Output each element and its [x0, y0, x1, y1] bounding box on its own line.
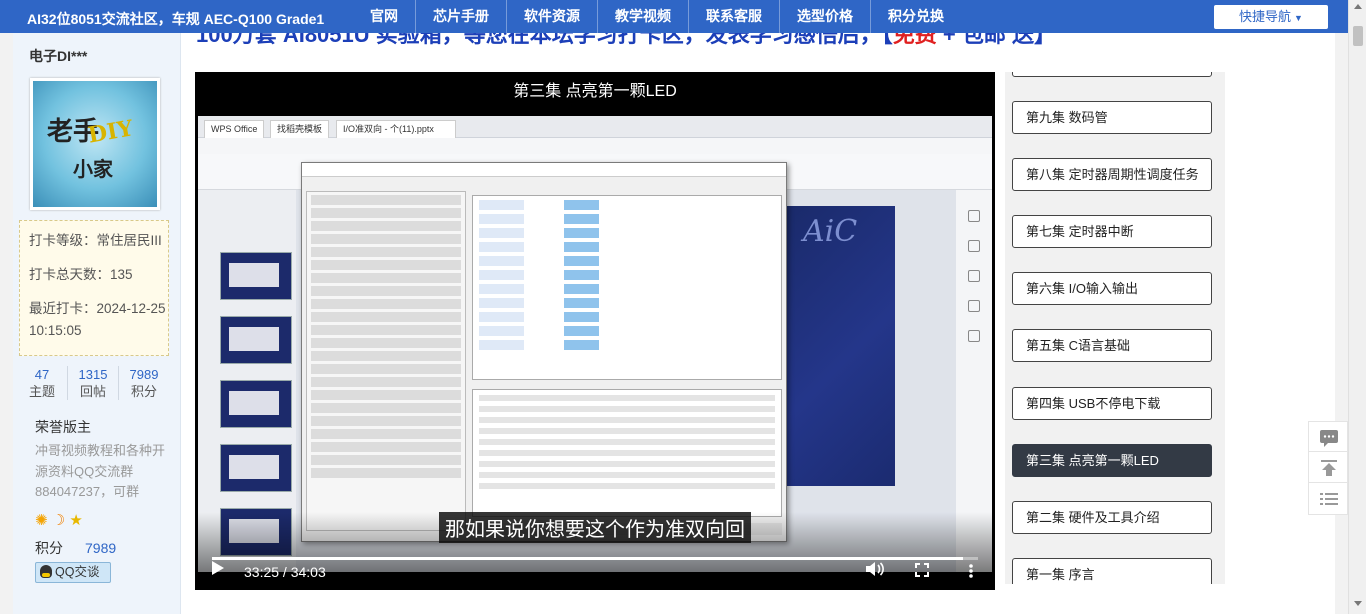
- points-row: 积分 7989: [35, 538, 116, 558]
- stat-label: 主题: [28, 384, 55, 399]
- dialog-log: [472, 389, 782, 517]
- play-icon[interactable]: [212, 561, 224, 575]
- user-sidebar: 电子DI*** 老手 DIY 小家 打卡等级：常住居民III 打卡总天数：135…: [13, 33, 181, 614]
- slide-thumbnail: [220, 252, 292, 300]
- fullscreen-icon[interactable]: [915, 563, 929, 577]
- checkin-recent: 最近打卡：2024-12-25 10:15:05: [29, 301, 166, 338]
- scroll-up-icon[interactable]: [1354, 4, 1362, 9]
- points-value: 7989: [85, 540, 117, 556]
- qq-icon: [40, 565, 52, 578]
- list-button[interactable]: [1308, 482, 1348, 515]
- playlist-item[interactable]: 第七集 定时器中断: [1012, 215, 1212, 248]
- playlist-item[interactable]: 第五集 C语言基础: [1012, 329, 1212, 362]
- pane-icon: [968, 270, 980, 282]
- stat-value: 1315: [78, 367, 108, 382]
- checkin-total-days: 打卡总天数：135: [29, 267, 133, 282]
- screen-slide: AiC: [783, 206, 895, 486]
- nav-videos[interactable]: 教学视频: [597, 0, 688, 33]
- qq-chat-label: QQ交谈: [55, 565, 100, 579]
- nav-points[interactable]: 积分兑换: [870, 0, 961, 33]
- playlist-item[interactable]: 第二集 硬件及工具介绍: [1012, 501, 1212, 534]
- avatar[interactable]: 老手 DIY 小家: [30, 78, 160, 210]
- screen-tab: 找稻壳模板: [270, 120, 330, 138]
- points-label: 积分: [35, 540, 63, 556]
- pane-icon: [968, 300, 980, 312]
- slide-thumbnail: [220, 316, 292, 364]
- video-subtitle: 那如果说你想要这个作为准双向回: [195, 512, 995, 543]
- playlist-item-partial[interactable]: [1012, 72, 1212, 77]
- slide-thumbnail: [220, 444, 292, 492]
- top-bar: AI32位8051交流社区，车规 AEC-Q100 Grade1 官网 芯片手册…: [0, 0, 1348, 33]
- subtitle-text: 那如果说你想要这个作为准双向回: [439, 512, 751, 543]
- dialog-io-config: [472, 195, 782, 380]
- playlist-item[interactable]: 第八集 定时器周期性调度任务: [1012, 158, 1212, 191]
- user-stats: 47 主题 1315 回帖 7989 积分: [17, 366, 169, 400]
- pane-icon: [968, 210, 980, 222]
- scroll-down-icon[interactable]: [1354, 601, 1362, 606]
- comment-icon: [1320, 430, 1338, 447]
- video-frame[interactable]: WPS Office 找稻壳模板 I/O准双向 - 个(11).pptx AiC: [198, 116, 992, 572]
- site-title[interactable]: AI32位8051交流社区，车规 AEC-Q100 Grade1: [27, 9, 324, 29]
- playlist-item[interactable]: 第九集 数码管: [1012, 101, 1212, 134]
- slide-thumbnail: [220, 380, 292, 428]
- top-nav: 官网 芯片手册 软件资源 教学视频 联系客服 选型价格 积分兑换: [353, 0, 961, 33]
- screen-tab: WPS Office: [204, 120, 265, 138]
- qq-chat-button[interactable]: QQ交谈: [35, 562, 111, 583]
- back-to-top-button[interactable]: [1308, 451, 1348, 484]
- stat-label: 积分: [130, 384, 157, 399]
- screen-menubar: [198, 138, 992, 154]
- quick-nav-button[interactable]: 快捷导航 ▼: [1214, 5, 1328, 29]
- star-medal-icon[interactable]: ★: [69, 512, 82, 529]
- video-progress-bar[interactable]: [212, 557, 978, 560]
- pane-icon: [968, 240, 980, 252]
- nav-pricing[interactable]: 选型价格: [779, 0, 870, 33]
- nav-software[interactable]: 软件资源: [506, 0, 597, 33]
- dialog-title: [302, 163, 786, 177]
- dialog-menu: [302, 177, 786, 189]
- back-to-top-icon: [1321, 460, 1337, 476]
- list-icon: [1320, 493, 1338, 505]
- honor-description: 冲哥视频教程和各种开源资料QQ交流群884047237，可群: [35, 443, 166, 499]
- checkin-level: 打卡等级：常住居民III: [29, 233, 162, 248]
- caret-down-icon: ▼: [1294, 13, 1303, 23]
- playlist-item[interactable]: 第四集 USB不停电下载: [1012, 387, 1212, 420]
- aic-logo: AiC: [803, 214, 858, 249]
- medals: ✺ ☽ ★: [35, 511, 83, 529]
- volume-icon[interactable]: [865, 561, 885, 577]
- moon-medal-icon[interactable]: ☽: [52, 512, 65, 529]
- more-options-icon[interactable]: [969, 564, 973, 578]
- avatar-text: 小家: [73, 157, 113, 181]
- video-title: 第三集 点亮第一颗LED: [513, 83, 677, 100]
- stat-points[interactable]: 7989 积分: [119, 366, 169, 400]
- sun-medal-icon[interactable]: ✺: [35, 512, 48, 529]
- pane-icon: [968, 330, 980, 342]
- stat-label: 回帖: [79, 384, 106, 399]
- screen-tab: I/O准双向 - 个(11).pptx: [336, 120, 456, 138]
- stat-replies[interactable]: 1315 回帖: [68, 366, 119, 400]
- playlist-item[interactable]: 第六集 I/O输入输出: [1012, 272, 1212, 305]
- playlist-item[interactable]: 第一集 序言: [1012, 558, 1212, 584]
- video-time: 33:25 / 34:03: [244, 564, 326, 580]
- username[interactable]: 电子DI***: [29, 46, 87, 66]
- screen-isp-dialog: [301, 162, 787, 542]
- quick-nav-label: 快捷导航: [1239, 9, 1292, 24]
- screen-tabs: WPS Office 找稻壳模板 I/O准双向 - 个(11).pptx: [198, 116, 992, 138]
- stat-threads[interactable]: 47 主题: [17, 366, 68, 400]
- video-player[interactable]: 第三集 点亮第一颗LED WPS Office 找稻壳模板 I/O准双向 - 个…: [195, 72, 995, 590]
- nav-chip-manual[interactable]: 芯片手册: [415, 0, 506, 33]
- checkin-card: 打卡等级：常住居民III 打卡总天数：135 最近打卡：2024-12-25 1…: [19, 220, 169, 356]
- stat-value: 7989: [129, 367, 159, 382]
- nav-support[interactable]: 联系客服: [688, 0, 779, 33]
- stat-value: 47: [34, 367, 50, 382]
- episode-playlist: 第九集 数码管 第八集 定时器周期性调度任务 第七集 定时器中断 第六集 I/O输入输…: [1005, 72, 1225, 584]
- nav-official-site[interactable]: 官网: [353, 0, 415, 33]
- dialog-left-pane: [306, 191, 466, 531]
- comment-button[interactable]: [1308, 421, 1348, 454]
- progress-fill: [212, 557, 964, 560]
- page-scrollbar[interactable]: [1348, 0, 1366, 614]
- honor-title: 荣誉版主: [35, 419, 91, 435]
- playlist-item[interactable]: 第三集 点亮第一颗LED: [1012, 444, 1212, 477]
- scroll-thumb[interactable]: [1353, 26, 1363, 46]
